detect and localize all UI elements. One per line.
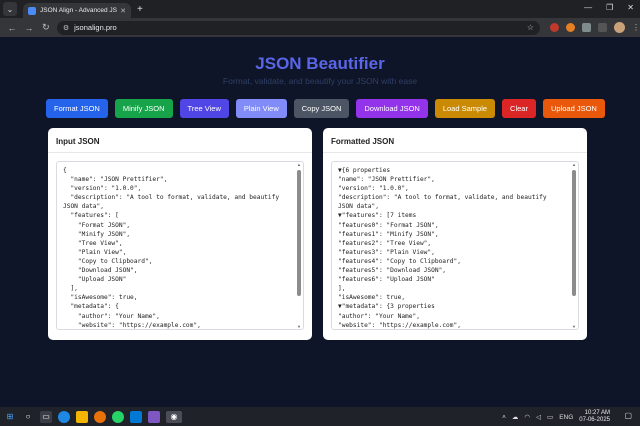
panel-divider	[323, 152, 587, 153]
vscode-icon[interactable]	[130, 410, 142, 423]
browser-address-bar: ← → ↻ ⚙ jsonalign.pro ☆ ⋮	[0, 18, 640, 37]
minimize-icon[interactable]: —	[584, 3, 592, 12]
panel-divider	[48, 152, 312, 153]
windows-start-icon[interactable]: ⊞	[4, 411, 16, 423]
whatsapp-icon[interactable]	[112, 410, 124, 423]
format-json-button[interactable]: Format JSON	[46, 99, 108, 118]
extensions-area: ⋮	[549, 22, 640, 33]
upload-json-button[interactable]: Upload JSON	[542, 99, 605, 118]
clock-time: 10:27 AM	[584, 410, 610, 416]
network-icon[interactable]: ☁	[512, 413, 519, 421]
url-text: jsonalign.pro	[74, 23, 117, 32]
back-icon[interactable]: ←	[7, 23, 17, 33]
formatted-json-panel: Formatted JSON ▼{6 properties "name": "J…	[323, 128, 587, 340]
formatted-json-output: ▼{6 properties "name": "JSON Prettifier"…	[331, 161, 579, 330]
clock-date: 07-06-2025	[579, 417, 610, 423]
tab-close-icon[interactable]: ✕	[120, 7, 126, 15]
clear-button[interactable]: Clear	[502, 99, 536, 118]
scroll-down-icon[interactable]: ▼	[297, 324, 301, 329]
page-subtitle: Format, validate, and beautify your JSON…	[222, 76, 418, 86]
browser-tab-bar: ⌄ JSON Align - Advanced JSON F ✕ + — ❐ ✕	[0, 0, 640, 18]
output-panel-title: Formatted JSON	[331, 137, 395, 146]
tab-search-icon[interactable]: ⌄	[3, 2, 17, 16]
tab-title: JSON Align - Advanced JSON F	[40, 7, 117, 14]
new-tab-button[interactable]: +	[137, 4, 143, 15]
extensions-puzzle-icon[interactable]	[581, 23, 591, 32]
browser-tab[interactable]: JSON Align - Advanced JSON F ✕	[23, 3, 131, 18]
restore-icon[interactable]: ❐	[606, 3, 613, 12]
input-scrollbar[interactable]	[297, 170, 301, 296]
page-body: JSON Beautifier Format, validate, and be…	[0, 37, 640, 407]
edge-icon[interactable]	[58, 410, 70, 423]
taskbar-clock[interactable]: 10:27 AM 07-06-2025	[579, 410, 610, 424]
notification-icon[interactable]: ▢	[624, 411, 632, 420]
reload-icon[interactable]: ↻	[41, 22, 51, 33]
tray-chevron-icon[interactable]: ˄	[502, 414, 506, 421]
system-tray: ˄ ☁ ◠ ◁ ▭ ENG 10:27 AM 07-06-2025	[502, 410, 610, 424]
profile-avatar[interactable]	[613, 22, 625, 33]
window-controls: — ❐ ✕	[584, 3, 634, 12]
input-json-panel: Input JSON { "name": "JSON Prettifier", …	[48, 128, 312, 340]
action-toolbar: Format JSON Minify JSON Tree View Plain …	[46, 99, 605, 118]
site-info-icon[interactable]: ⚙	[63, 24, 69, 32]
scroll-up-icon[interactable]: ▲	[572, 162, 576, 167]
app-icon[interactable]	[148, 410, 160, 423]
extension-icon[interactable]	[565, 23, 575, 32]
plain-view-button[interactable]: Plain View	[235, 99, 287, 118]
minify-json-button[interactable]: Minify JSON	[114, 99, 173, 118]
load-sample-button[interactable]: Load Sample	[434, 99, 496, 118]
bookmark-star-icon[interactable]: ☆	[527, 23, 534, 32]
firefox-icon[interactable]	[94, 410, 106, 423]
scroll-up-icon[interactable]: ▲	[297, 162, 301, 167]
output-scrollbar[interactable]	[572, 170, 576, 296]
sidebar-icon[interactable]	[597, 23, 607, 32]
url-input[interactable]: ⚙ jsonalign.pro ☆	[56, 20, 540, 35]
page-title: JSON Beautifier	[255, 54, 385, 73]
input-panel-title: Input JSON	[56, 137, 100, 146]
input-json-textarea[interactable]: { "name": "JSON Prettifier", "version": …	[56, 161, 304, 330]
input-json-text: { "name": "JSON Prettifier", "version": …	[63, 167, 280, 329]
file-explorer-icon[interactable]	[76, 410, 88, 423]
browser-menu-icon[interactable]: ⋮	[632, 23, 640, 32]
wifi-icon[interactable]: ◠	[524, 413, 530, 421]
chrome-icon[interactable]: ◉	[166, 410, 182, 423]
tree-view-button[interactable]: Tree View	[179, 99, 229, 118]
language-indicator[interactable]: ENG	[559, 414, 573, 421]
scroll-down-icon[interactable]: ▼	[572, 324, 576, 329]
battery-icon[interactable]: ▭	[547, 413, 553, 421]
extension-icon[interactable]	[549, 23, 559, 32]
close-window-icon[interactable]: ✕	[627, 3, 634, 12]
volume-icon[interactable]: ◁	[536, 413, 541, 421]
formatted-json-text: ▼{6 properties "name": "JSON Prettifier"…	[338, 167, 547, 329]
download-json-button[interactable]: Download JSON	[356, 99, 428, 118]
taskbar: ⊞ ○ ▭ ◉ ˄ ☁ ◠ ◁ ▭ ENG 10:27 AM 07-06-202…	[0, 407, 640, 426]
copy-json-button[interactable]: Copy JSON	[293, 99, 350, 118]
task-view-icon[interactable]: ▭	[40, 410, 52, 423]
forward-icon[interactable]: →	[24, 23, 34, 33]
tab-favicon-icon	[28, 6, 36, 15]
search-icon[interactable]: ○	[22, 411, 34, 423]
